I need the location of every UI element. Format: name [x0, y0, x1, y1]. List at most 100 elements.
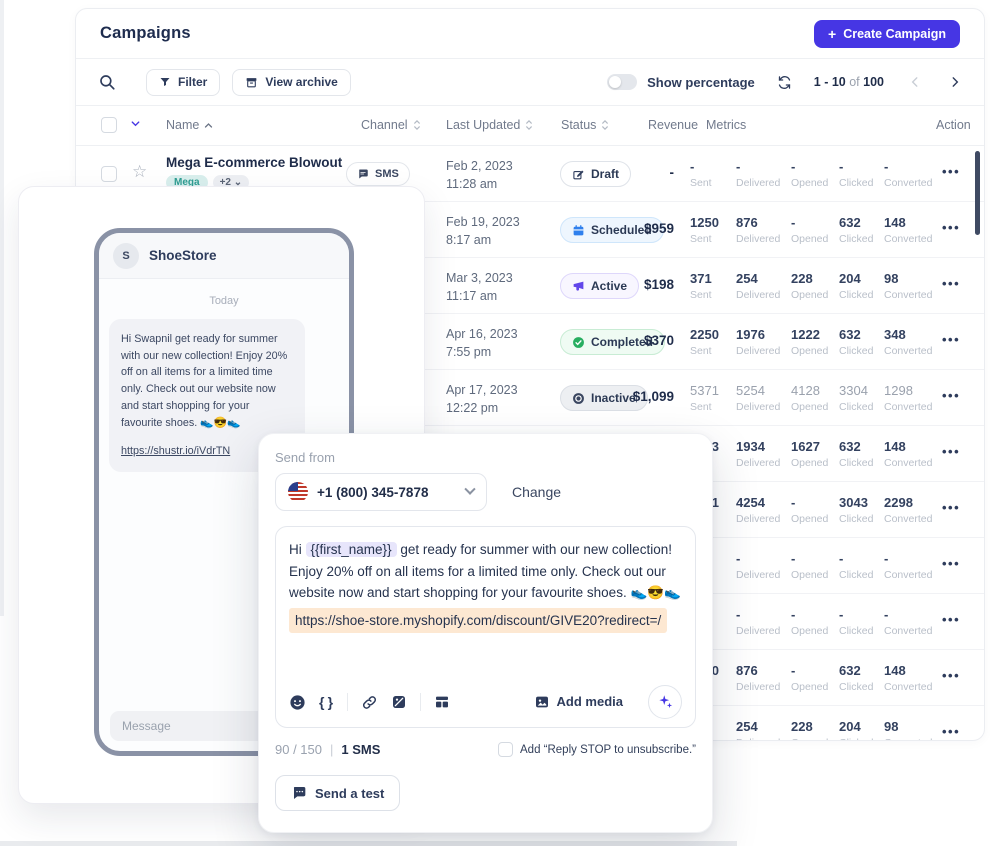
metric-converted: 2298Converted [884, 495, 932, 525]
campaign-name[interactable]: Mega E-commerce Blowout [166, 155, 342, 170]
pagination-of: of [849, 75, 859, 89]
merge-tags-icon[interactable]: { } [319, 691, 334, 713]
metric-converted: -Converted [884, 159, 932, 189]
metric-delivered: -Delivered [736, 159, 780, 189]
metric-sent: 5371Sent [690, 383, 719, 413]
last-updated-time: 11:17 am [446, 287, 513, 305]
column-header-status[interactable]: Status [561, 118, 609, 132]
sms-count: 1 SMS [341, 742, 380, 757]
table-column-headers: Name Channel Last Updated Status Revenue… [76, 106, 984, 146]
metric-converted: 1298Converted [884, 383, 932, 413]
row-actions-button[interactable]: ••• [942, 556, 960, 571]
metric-opened: 4128Opened [791, 383, 828, 413]
day-label: Today [99, 295, 349, 307]
metric-clicked: 204Clicked [839, 719, 873, 741]
metric-sent: -Sent [690, 159, 712, 189]
image-icon [534, 694, 550, 710]
metric-clicked: 204Clicked [839, 271, 873, 301]
metric-converted: 148Converted [884, 663, 932, 693]
last-updated-time: 8:17 am [446, 231, 520, 249]
link-icon[interactable] [361, 694, 378, 711]
metric-converted: -Converted [884, 551, 932, 581]
row-actions-button[interactable]: ••• [942, 612, 960, 627]
background-panel-edge [0, 0, 4, 616]
view-archive-button[interactable]: View archive [232, 69, 351, 96]
sms-message-text: Hi Swapnil get ready for summer with our… [121, 333, 287, 429]
row-actions-button[interactable]: ••• [942, 724, 960, 739]
metric-clicked: -Clicked [839, 607, 873, 637]
metric-opened: -Opened [791, 663, 828, 693]
row-actions-button[interactable]: ••• [942, 276, 960, 291]
sort-icon [413, 119, 421, 131]
row-actions-button[interactable]: ••• [942, 668, 960, 683]
row-actions-button[interactable]: ••• [942, 500, 960, 515]
status-icon [572, 280, 585, 293]
next-page-chevron-icon[interactable] [948, 75, 962, 89]
metric-delivered: 254Delivered [736, 271, 780, 301]
metric-delivered: 1934Delivered [736, 439, 780, 469]
page: Campaigns + Create Campaign Filter View … [0, 0, 990, 846]
add-media-label: Add media [557, 692, 623, 713]
prev-page-chevron-icon[interactable] [908, 75, 922, 89]
metric-delivered: 254Delivered [736, 719, 780, 741]
unsubscribe-checkbox[interactable] [498, 742, 513, 757]
archive-icon [245, 76, 258, 89]
last-updated-date: Feb 2, 2023 [446, 157, 513, 175]
add-media-button[interactable]: Add media [534, 692, 623, 713]
sender-number-value: +1 (800) 345-7878 [317, 485, 457, 500]
sms-message-link[interactable]: https://shustr.io/iVdrTN [121, 443, 230, 460]
ai-assistant-button[interactable] [648, 685, 682, 719]
star-icon[interactable]: ☆ [132, 163, 147, 180]
page-title: Campaigns [100, 24, 191, 43]
metric-clicked: 3304Clicked [839, 383, 873, 413]
metric-converted: 98Converted [884, 719, 932, 741]
discount-image-icon[interactable] [391, 694, 407, 710]
revenue-value: $1,099 [588, 389, 674, 404]
metric-clicked: 632Clicked [839, 439, 873, 469]
revenue-value: $198 [588, 277, 674, 292]
template-columns-icon[interactable] [434, 694, 450, 710]
message-editor[interactable]: Hi {{first_name}} get ready for summer w… [275, 526, 696, 728]
select-all-chevron-icon[interactable] [130, 118, 141, 129]
filter-button[interactable]: Filter [146, 69, 220, 96]
select-all-checkbox[interactable] [101, 117, 117, 133]
highlighted-link-chip[interactable]: https://shoe-store.myshopify.com/discoun… [289, 608, 667, 634]
row-actions-button[interactable]: ••• [942, 388, 960, 403]
revenue-value: - [588, 165, 674, 180]
metric-delivered: 876Delivered [736, 215, 780, 245]
divider [347, 693, 348, 711]
search-icon[interactable] [98, 73, 116, 91]
change-link[interactable]: Change [512, 484, 561, 500]
row-actions-button[interactable]: ••• [942, 220, 960, 235]
status-icon [572, 336, 585, 349]
row-actions-button[interactable]: ••• [942, 444, 960, 459]
sender-number-select[interactable]: +1 (800) 345-7878 [275, 473, 487, 511]
send-test-button[interactable]: Send a test [275, 775, 400, 811]
column-header-name[interactable]: Name [166, 118, 213, 132]
emoji-icon[interactable] [289, 694, 306, 711]
table-scrollbar[interactable] [975, 151, 980, 235]
merge-tag-chip[interactable]: {{first_name}} [306, 542, 397, 557]
metric-opened: -Opened [791, 551, 828, 581]
plus-icon: + [828, 27, 836, 41]
funnel-icon [159, 76, 171, 88]
metric-delivered: -Delivered [736, 551, 780, 581]
create-campaign-button[interactable]: + Create Campaign [814, 20, 960, 48]
column-header-last-updated[interactable]: Last Updated [446, 118, 533, 132]
refresh-icon[interactable] [777, 75, 792, 90]
sort-icon [601, 119, 609, 131]
status-icon [572, 392, 585, 405]
last-updated-cell: Feb 2, 2023 11:28 am [446, 157, 513, 193]
column-header-channel[interactable]: Channel [361, 118, 421, 132]
table-toolbar: Filter View archive Show percentage 1 - … [76, 59, 984, 106]
metric-sent: 371Sent [690, 271, 712, 301]
chat-icon [291, 785, 307, 801]
last-updated-time: 7:55 pm [446, 343, 518, 361]
last-updated-cell: Apr 17, 2023 12:22 pm [446, 381, 518, 417]
show-percentage-toggle[interactable] [607, 74, 637, 90]
row-actions-button[interactable]: ••• [942, 332, 960, 347]
metric-converted: -Converted [884, 607, 932, 637]
row-actions-button[interactable]: ••• [942, 164, 960, 179]
metric-clicked: 632Clicked [839, 215, 873, 245]
row-checkbox[interactable] [101, 166, 117, 182]
